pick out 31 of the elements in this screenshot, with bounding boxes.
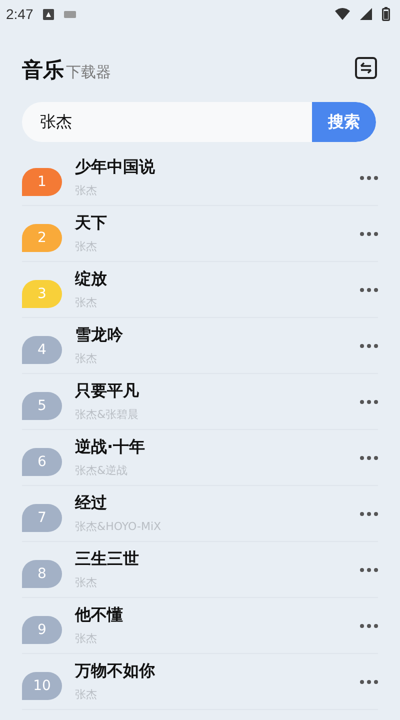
song-title: 少年中国说 [75,157,156,178]
song-title: 雪龙吟 [75,325,124,346]
keyboard-icon [64,10,76,18]
song-title: 天下 [75,213,108,234]
signal-icon [360,8,372,20]
song-title: 只要平凡 [75,381,140,402]
rank-badge: 3 [22,280,62,308]
rank-badge: 10 [22,672,62,700]
song-title: 三生三世 [75,549,140,570]
switch-icon[interactable] [354,56,378,80]
search-field[interactable]: 张杰 搜索 [22,102,376,142]
rank-badge: 6 [22,448,62,476]
wifi-icon [335,8,350,20]
song-title: 经过 [75,493,108,514]
song-title: 他不懂 [75,605,124,626]
song-title: 万物不如你 [75,661,156,682]
rank-badge: 1 [22,168,62,196]
rank-badge: 2 [22,224,62,252]
app-subtitle: 下载器 [66,63,111,82]
rank-badge: 8 [22,560,62,588]
battery-icon [382,7,390,21]
rank-badge: 9 [22,616,62,644]
rank-badge: 7 [22,504,62,532]
notification-icon [43,8,54,20]
song-title: 绽放 [75,269,108,290]
status-time: 2:47 [6,6,34,22]
app-title: 音乐 [22,57,64,84]
song-title: 逆战·十年 [75,437,146,458]
rank-badge: 5 [22,392,62,420]
rank-badge: 4 [22,336,62,364]
search-button[interactable]: 搜索 [312,102,376,142]
